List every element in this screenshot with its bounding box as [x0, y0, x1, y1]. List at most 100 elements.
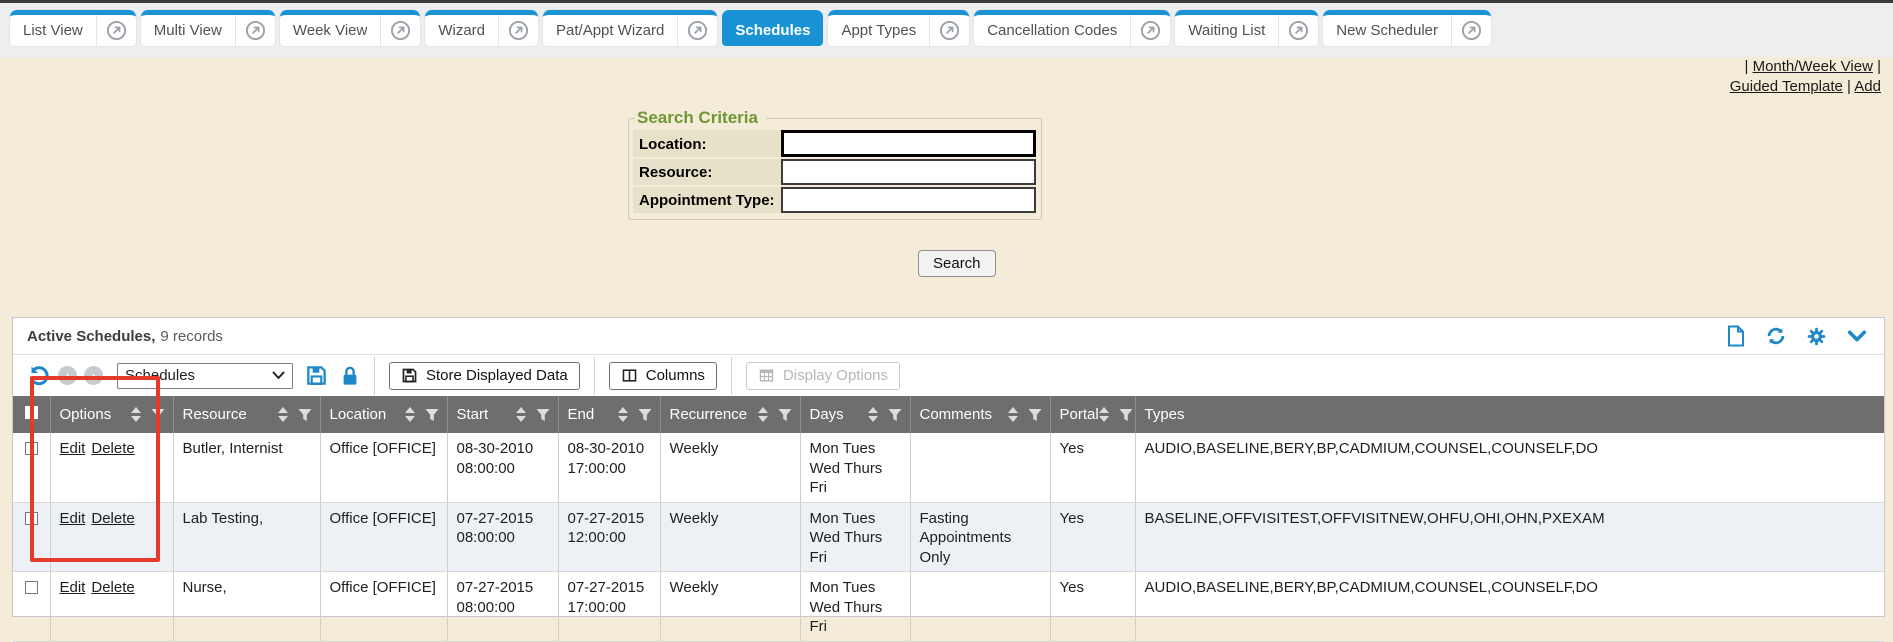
edit-link[interactable]: Edit [60, 510, 86, 527]
sort-icon[interactable] [131, 407, 141, 422]
sort-icon[interactable] [516, 407, 526, 422]
add-link[interactable]: Add [1854, 78, 1881, 95]
table-row: EditDelete Butler, Internist Office [OFF… [13, 433, 1884, 502]
month-week-view-link[interactable]: Month/Week View [1753, 58, 1873, 75]
new-file-icon[interactable] [1726, 325, 1746, 347]
search-criteria-legend: Search Criteria [635, 108, 766, 128]
tab-waiting-list[interactable]: Waiting List [1175, 10, 1318, 46]
appointment-type-label: Appointment Type: [633, 187, 781, 213]
filter-icon[interactable] [888, 408, 902, 422]
delete-link[interactable]: Delete [91, 440, 134, 457]
filter-icon[interactable] [778, 408, 792, 422]
filter-icon[interactable] [298, 408, 312, 422]
external-link-icon[interactable] [498, 15, 538, 46]
column-header-recurrence: Recurrence [670, 406, 748, 423]
external-link-icon[interactable] [1451, 15, 1491, 46]
delete-link[interactable]: Delete [91, 579, 134, 596]
days-cell: Mon Tues Wed Thurs Fri [800, 572, 910, 642]
comments-cell [910, 433, 1050, 502]
sort-icon[interactable] [1099, 407, 1109, 422]
toolbar-divider [594, 357, 595, 395]
end-cell: 07-27-201512:00:00 [558, 502, 660, 572]
floppy-icon [401, 367, 418, 384]
resource-input[interactable] [781, 159, 1036, 185]
days-cell: Mon Tues Wed Thurs Fri [800, 502, 910, 572]
row-checkbox[interactable] [25, 512, 38, 525]
lock-icon[interactable] [340, 365, 360, 387]
select-all-checkbox[interactable] [25, 406, 38, 419]
table-row: EditDelete Nurse, Office [OFFICE] 07-27-… [13, 572, 1884, 642]
next-icon[interactable]: › [84, 366, 103, 385]
quick-links-row-1: | Month/Week View | [1730, 57, 1881, 77]
toolbar-divider [731, 357, 732, 395]
row-checkbox[interactable] [25, 442, 38, 455]
filter-icon[interactable] [1028, 408, 1042, 422]
chevron-down-icon[interactable] [1846, 326, 1868, 346]
external-link-icon[interactable] [929, 15, 969, 46]
tab-appt-types[interactable]: Appt Types [828, 10, 969, 46]
edit-link[interactable]: Edit [60, 579, 86, 596]
end-cell: 08-30-201017:00:00 [558, 433, 660, 502]
tab-multi-view[interactable]: Multi View [141, 10, 275, 46]
filter-icon[interactable] [151, 408, 165, 422]
undo-icon[interactable] [27, 364, 51, 388]
filter-icon[interactable] [425, 408, 439, 422]
guided-template-link[interactable]: Guided Template [1730, 78, 1843, 95]
end-cell: 07-27-201517:00:00 [558, 572, 660, 642]
column-header-end: End [568, 406, 595, 423]
external-link-icon[interactable] [1278, 15, 1318, 46]
external-link-icon[interactable] [235, 15, 275, 46]
tab-new-scheduler[interactable]: New Scheduler [1323, 10, 1491, 46]
days-cell: Mon Tues Wed Thurs Fri [800, 433, 910, 502]
sort-icon[interactable] [278, 407, 288, 422]
external-link-icon[interactable] [380, 15, 420, 46]
comments-cell [910, 572, 1050, 642]
location-input[interactable] [781, 130, 1036, 157]
filter-icon[interactable] [1119, 408, 1133, 422]
edit-link[interactable]: Edit [60, 440, 86, 457]
table-header-row: Options Resource Location Start End Recu… [13, 396, 1884, 433]
tab-schedules[interactable]: Schedules [722, 10, 823, 46]
tab-wizard[interactable]: Wizard [425, 10, 538, 46]
filter-icon[interactable] [536, 408, 550, 422]
schedules-table: Options Resource Location Start End Recu… [13, 396, 1884, 642]
resource-cell: Lab Testing, [173, 502, 320, 572]
tab-week-view[interactable]: Week View [280, 10, 420, 46]
columns-button[interactable]: Columns [609, 362, 717, 390]
panel-header: Active Schedules, 9 records [13, 318, 1884, 355]
tab-label: Multi View [141, 15, 235, 46]
start-cell: 07-27-201508:00:00 [447, 502, 558, 572]
view-select[interactable]: Schedules [117, 363, 293, 389]
delete-link[interactable]: Delete [91, 510, 134, 527]
tab-label: Pat/Appt Wizard [543, 15, 677, 46]
refresh-icon[interactable] [1765, 325, 1787, 347]
tab-list-view[interactable]: List View [10, 10, 136, 46]
column-header-types: Types [1145, 406, 1185, 423]
panel-header-icons [1726, 325, 1868, 347]
separator: | [1745, 58, 1749, 75]
tab-label: Appt Types [828, 15, 929, 46]
row-checkbox[interactable] [25, 581, 38, 594]
sort-icon[interactable] [405, 407, 415, 422]
filter-icon[interactable] [638, 408, 652, 422]
sort-icon[interactable] [1008, 407, 1018, 422]
search-button[interactable]: Search [918, 250, 996, 277]
sort-icon[interactable] [758, 407, 768, 422]
external-link-icon[interactable] [96, 15, 136, 46]
store-displayed-data-button[interactable]: Store Displayed Data [389, 362, 580, 390]
tab-cancellation-codes[interactable]: Cancellation Codes [974, 10, 1170, 46]
tab-pat-appt-wizard[interactable]: Pat/Appt Wizard [543, 10, 717, 46]
appointment-type-input[interactable] [781, 187, 1036, 213]
external-link-icon[interactable] [677, 15, 717, 46]
location-cell: Office [OFFICE] [320, 572, 447, 642]
grid-icon [758, 367, 775, 384]
sort-icon[interactable] [618, 407, 628, 422]
gear-icon[interactable] [1806, 326, 1827, 347]
record-count: 9 records [160, 328, 223, 345]
column-header-comments: Comments [920, 406, 993, 423]
quick-links-row-2: Guided Template | Add [1730, 77, 1881, 97]
prev-icon[interactable]: ‹ [58, 366, 77, 385]
sort-icon[interactable] [868, 407, 878, 422]
external-link-icon[interactable] [1130, 15, 1170, 46]
save-icon[interactable] [305, 364, 328, 387]
